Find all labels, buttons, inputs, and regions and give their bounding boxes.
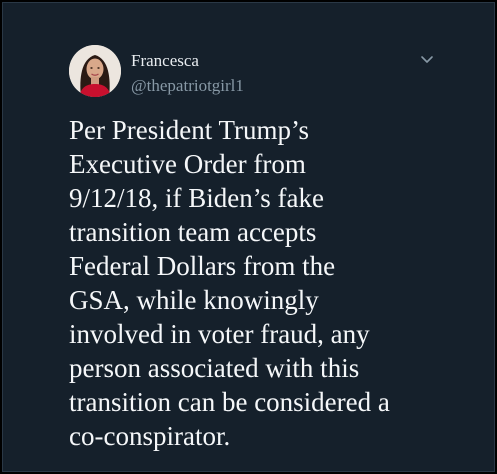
- avatar[interactable]: [69, 45, 121, 97]
- avatar-photo: [69, 45, 121, 97]
- display-name[interactable]: Francesca: [131, 51, 199, 71]
- handle[interactable]: @thepatriotgirl1: [131, 76, 244, 96]
- tweet-text: Per President Trump’s Executive Order fr…: [69, 115, 390, 451]
- screenshot-frame: Francesca @thepatriotgirl1 Per President…: [0, 0, 497, 474]
- chevron-down-icon[interactable]: [419, 53, 435, 65]
- tweet-card: Francesca @thepatriotgirl1 Per President…: [2, 2, 495, 472]
